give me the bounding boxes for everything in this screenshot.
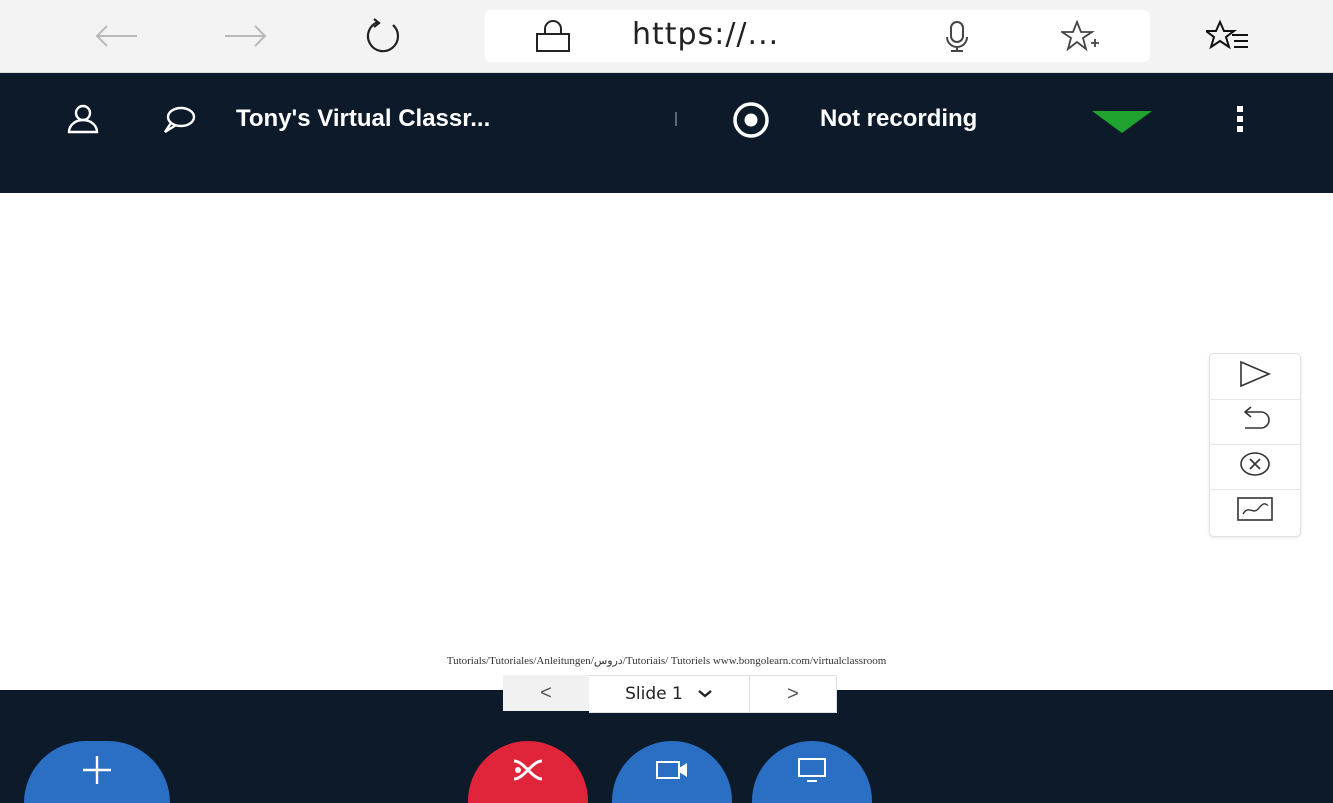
recording-status: Not recording [820,105,978,132]
slide-selector[interactable]: Slide 1 [589,675,749,713]
annotation-toolbar [1209,353,1301,537]
pointer-tool[interactable] [1210,354,1300,400]
chat-icon[interactable] [162,105,196,140]
plus-icon [79,752,115,793]
undo-tool[interactable] [1210,399,1300,445]
back-arrow-icon[interactable] [88,10,144,62]
forward-arrow-icon[interactable] [218,10,274,62]
undo-icon [1237,404,1273,439]
more-options-icon[interactable] [1234,104,1246,139]
previous-slide-button[interactable]: < [503,675,589,711]
camera-icon [654,758,690,787]
chevron-down-icon [697,684,713,704]
signal-icon [1090,109,1154,140]
record-icon[interactable] [731,100,771,145]
add-favorite-icon[interactable] [1053,10,1109,62]
user-icon[interactable] [66,104,100,139]
presentation-area [0,193,1333,690]
microphone-off-icon [510,755,546,790]
current-slide-label: Slide 1 [625,684,683,704]
address-bar[interactable]: https://... [485,10,1150,62]
refresh-icon[interactable] [356,10,412,62]
draw-icon [1235,494,1275,529]
lock-icon [525,10,581,62]
favorites-icon[interactable] [1200,10,1256,62]
microphone-icon[interactable] [929,10,985,62]
next-slide-button[interactable]: > [749,675,837,713]
monitor-icon [794,756,830,789]
slide-footer-text: Tutorials/Tutoriales/Anleitungen/دروس/Tu… [446,655,887,667]
draw-tool[interactable] [1210,489,1300,534]
classroom-title: Tony's Virtual Classr... [236,105,491,132]
pointer-icon [1237,359,1273,394]
clear-icon [1237,449,1273,484]
header-divider [675,112,677,126]
slide-navigator: < Slide 1 > [503,675,837,713]
clear-tool[interactable] [1210,444,1300,490]
url-text: https://... [632,17,780,52]
classroom-header: Tony's Virtual Classr... Not recording [0,73,1333,193]
browser-toolbar: https://... [0,0,1333,73]
